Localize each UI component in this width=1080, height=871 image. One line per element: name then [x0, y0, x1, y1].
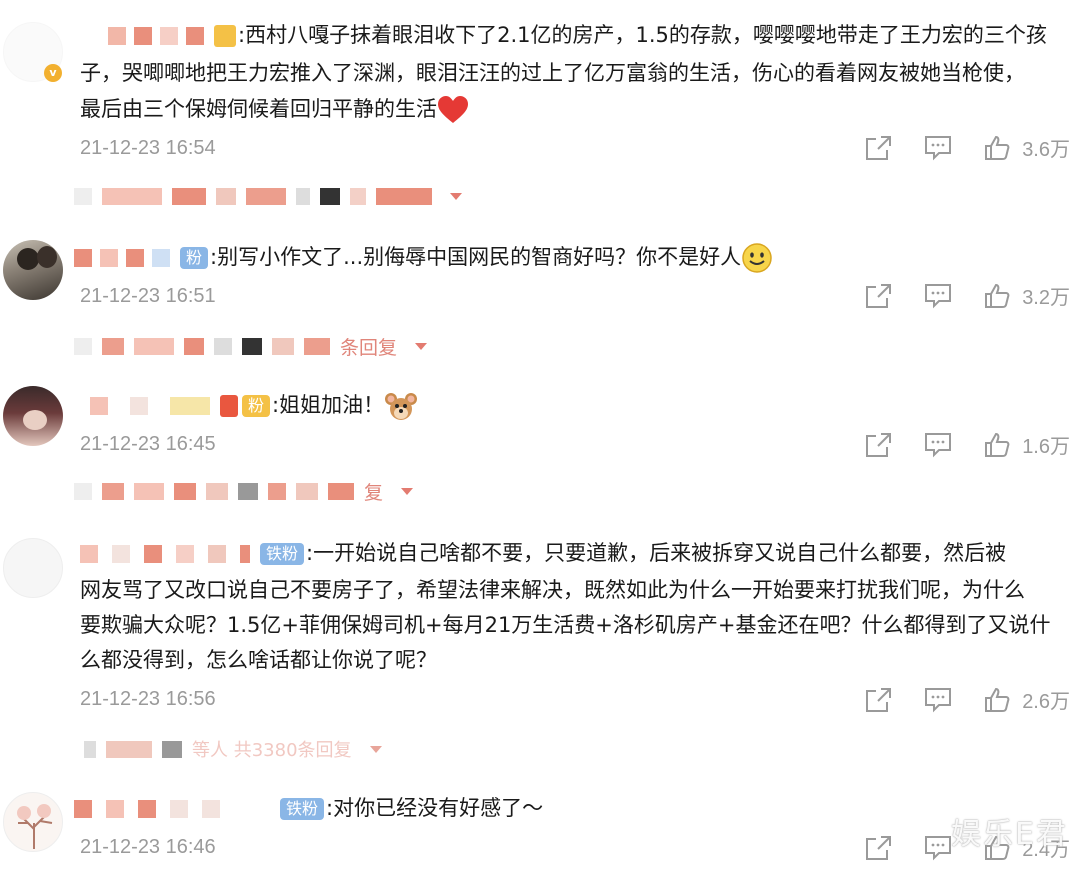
replies-text: 条回复: [340, 337, 398, 359]
comment-text-line: 铁粉:对你已经没有好感了～: [74, 791, 543, 825]
like-count: 2.6万: [1022, 691, 1070, 713]
comment-actions: 3.2万: [864, 281, 1070, 310]
reply-button[interactable]: [924, 432, 952, 458]
replies-link[interactable]: [74, 188, 462, 205]
like-count: 1.6万: [1022, 436, 1070, 458]
comment-time: 21-12-23 16:56: [80, 688, 216, 710]
comment-time: 21-12-23 16:54: [80, 137, 216, 159]
comment-text-line: 要欺骗大众呢？1.5亿+菲佣保姆司机+每月21万生活费+洛杉矶房产+基金还在吧？…: [80, 613, 1051, 637]
share-button[interactable]: [864, 687, 892, 713]
reply-button[interactable]: [924, 283, 952, 309]
fan-badge: 粉: [180, 247, 209, 269]
comment-icon: [925, 835, 952, 860]
comment-time: 21-12-23 16:46: [80, 836, 216, 858]
verified-badge-icon: v: [44, 64, 62, 82]
comment-actions: 1.6万: [864, 430, 1070, 459]
fan-badge: 粉: [242, 395, 271, 417]
like-button[interactable]: 3.2万: [984, 281, 1070, 310]
level-icon: [214, 25, 236, 47]
jerry-mouse-emoji-icon: [385, 393, 418, 420]
like-button[interactable]: 3.6万: [984, 133, 1070, 162]
comment-text-line: 子，哭唧唧地把王力宏推入了深渊，眼泪汪汪的过上了亿万富翁的生活，伤心的看着网友被…: [80, 61, 1025, 85]
fan-badge: 铁粉: [260, 543, 305, 565]
level-icon: [220, 395, 238, 417]
chevron-down-icon: [401, 488, 414, 495]
share-button[interactable]: [864, 283, 892, 309]
replies-text: 等人 共3380条回复: [192, 740, 352, 761]
avatar[interactable]: [3, 386, 63, 446]
share-icon: [866, 135, 892, 160]
share-button[interactable]: [864, 432, 892, 458]
reply-button[interactable]: [924, 687, 952, 713]
chevron-down-icon: [450, 193, 462, 200]
comment-icon: [925, 135, 952, 160]
watermark: 娱乐E君: [951, 817, 1068, 852]
like-button[interactable]: 1.6万: [984, 430, 1070, 459]
avatar[interactable]: [3, 240, 63, 300]
smile-emoji-icon: [742, 243, 772, 273]
comment-text-line: 网友骂了又改口说自己不要房子了，希望法律来解决，既然如此为什么一开始要来打扰我们…: [80, 578, 1025, 602]
share-icon: [866, 687, 892, 712]
avatar[interactable]: [3, 792, 63, 852]
tree-illustration-icon: [17, 804, 53, 849]
thumbs-up-icon: [985, 432, 1010, 457]
like-count: 3.2万: [1022, 287, 1070, 309]
share-button[interactable]: [864, 135, 892, 161]
username-mosaic[interactable]: [74, 800, 270, 818]
like-count: 3.6万: [1022, 139, 1070, 161]
replies-link[interactable]: 等人 共3380条回复: [84, 736, 382, 762]
comment-time: 21-12-23 16:51: [80, 285, 216, 307]
replies-text: 复: [364, 482, 384, 504]
comment-actions: 3.6万: [864, 133, 1070, 162]
share-button[interactable]: [864, 835, 892, 861]
comment-text-line: :西村八嘎子抹着眼泪收下了2.1亿的房产，1.5的存款，嘤嘤嘤地带走了王力宏的三…: [108, 18, 1047, 52]
heart-icon: [438, 96, 468, 123]
comment-text-line: 粉:别写小作文了...别侮辱中国网民的智商好吗？你不是好人: [74, 240, 773, 274]
chevron-down-icon: [415, 343, 428, 350]
comment-actions: 2.6万: [864, 685, 1070, 714]
username-mosaic[interactable]: [80, 545, 250, 563]
comment-time: 21-12-23 16:45: [80, 433, 216, 455]
comment-icon: [925, 283, 952, 308]
share-icon: [866, 432, 892, 457]
like-button[interactable]: 2.6万: [984, 685, 1070, 714]
share-icon: [866, 283, 892, 308]
thumbs-up-icon: [985, 135, 1010, 160]
username-mosaic[interactable]: [74, 249, 170, 267]
comment-icon: [925, 432, 952, 457]
chevron-down-icon: [369, 745, 382, 753]
thumbs-up-icon: [985, 283, 1010, 308]
username-mosaic[interactable]: [90, 397, 210, 415]
comment-icon: [925, 687, 952, 712]
comment-text-line: 粉:姐姐加油！: [90, 388, 418, 422]
replies-link[interactable]: 条回复: [74, 333, 428, 360]
avatar[interactable]: [3, 538, 63, 598]
fan-badge: 铁粉: [280, 798, 325, 820]
comment-text-line: 么都没得到，怎么啥话都让你说了呢？: [80, 648, 437, 672]
username-mosaic[interactable]: [108, 27, 204, 45]
reply-button[interactable]: [924, 135, 952, 161]
share-icon: [866, 835, 892, 860]
comment-text-line: 最后由三个保姆伺候着回归平静的生活: [80, 92, 469, 126]
thumbs-up-icon: [985, 687, 1010, 712]
replies-link[interactable]: 复: [74, 478, 414, 505]
reply-button[interactable]: [924, 835, 952, 861]
comment-text-line: 铁粉:一开始说自己啥都不要，只要道歉，后来被拆穿又说自己什么都要，然后被: [80, 536, 1006, 570]
